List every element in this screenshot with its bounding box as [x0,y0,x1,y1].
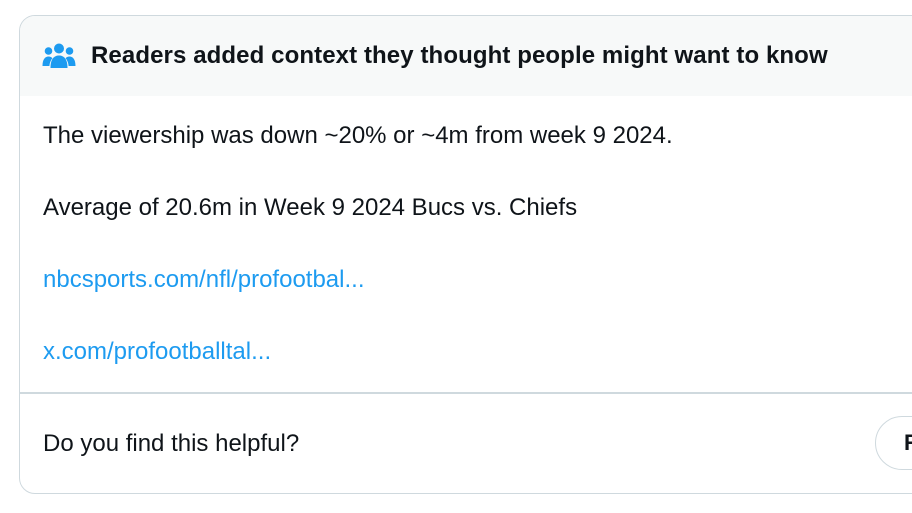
rate-it-button[interactable]: R [875,415,912,470]
helpful-question: Do you find this helpful? [43,430,300,457]
note-text-line: Average of 20.6m in Week 9 2024 Bucs vs.… [43,194,578,221]
people-icon [42,42,76,70]
note-body: The viewership was down ~20% or ~4m from… [20,96,912,392]
source-link-nbcsports[interactable]: nbcsports.com/nfl/profootbal... [43,262,912,298]
note-header: Readers added context they thought peopl… [20,16,912,96]
note-text-line: The viewership was down ~20% or ~4m from… [43,122,673,149]
community-note-card: Readers added context they thought peopl… [19,15,912,494]
note-footer: Do you find this helpful? R [20,394,912,494]
source-link-x[interactable]: x.com/profootballtal... [43,334,912,370]
note-header-title: Readers added context they thought peopl… [91,42,828,69]
